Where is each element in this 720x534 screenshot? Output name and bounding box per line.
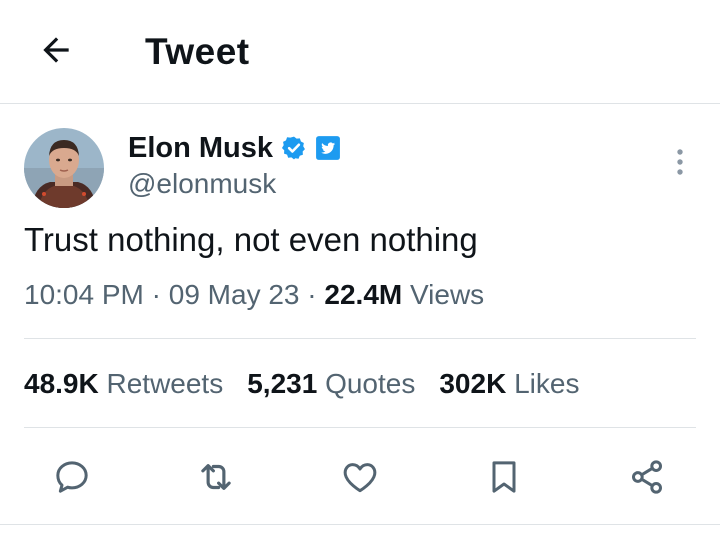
- reply-icon: [56, 461, 88, 493]
- retweets-count: 48.9K: [24, 368, 99, 399]
- retweets-stat[interactable]: 48.9K Retweets: [24, 364, 223, 404]
- divider: [24, 338, 696, 339]
- like-icon: [343, 463, 377, 493]
- verified-badge-icon: [281, 135, 307, 161]
- more-options-button[interactable]: [664, 146, 696, 178]
- share-icon: [632, 460, 662, 494]
- divider: [24, 427, 696, 428]
- back-button[interactable]: [34, 30, 78, 70]
- tweet-time[interactable]: 10:04 PM: [24, 279, 144, 310]
- likes-label: Likes: [506, 368, 580, 399]
- page-title: Tweet: [145, 31, 250, 72]
- meta-separator: ·: [299, 279, 325, 310]
- tweet-text: Trust nothing, not even nothing: [24, 221, 478, 258]
- author-handle[interactable]: @elonmusk: [128, 166, 276, 202]
- arrow-left-icon: [43, 37, 69, 63]
- views-count: 22.4M: [324, 279, 403, 310]
- views-label: Views: [402, 279, 485, 310]
- meta-separator: ·: [143, 279, 169, 310]
- author-name[interactable]: Elon Musk: [128, 130, 273, 166]
- more-vertical-icon: [677, 149, 683, 175]
- tweet-meta: 10:04 PM · 09 May 23 · 22.4M Views: [24, 276, 484, 314]
- likes-count: 302K: [439, 368, 507, 399]
- bookmark-button[interactable]: [479, 452, 529, 502]
- reply-button[interactable]: [47, 452, 97, 502]
- retweets-label: Retweets: [98, 368, 224, 399]
- divider: [0, 524, 720, 525]
- share-button[interactable]: [622, 452, 672, 502]
- retweet-button[interactable]: [191, 452, 241, 502]
- like-button[interactable]: [335, 452, 385, 502]
- author-row: Elon Musk: [128, 128, 341, 168]
- quotes-count: 5,231: [247, 368, 318, 399]
- quotes-label: Quotes: [317, 368, 416, 399]
- tweet-date[interactable]: 09 May 23: [169, 279, 300, 310]
- quotes-stat[interactable]: 5,231 Quotes: [247, 364, 415, 404]
- likes-stat[interactable]: 302K Likes: [439, 364, 579, 404]
- bookmark-icon: [492, 461, 516, 493]
- engagement-stats: 48.9K Retweets 5,231 Quotes 302K Likes: [24, 364, 579, 404]
- top-bar: Tweet: [0, 0, 720, 104]
- retweet-icon: [201, 464, 231, 490]
- twitter-bird-icon: [315, 135, 341, 161]
- action-bar: [0, 452, 720, 502]
- avatar[interactable]: [24, 128, 104, 208]
